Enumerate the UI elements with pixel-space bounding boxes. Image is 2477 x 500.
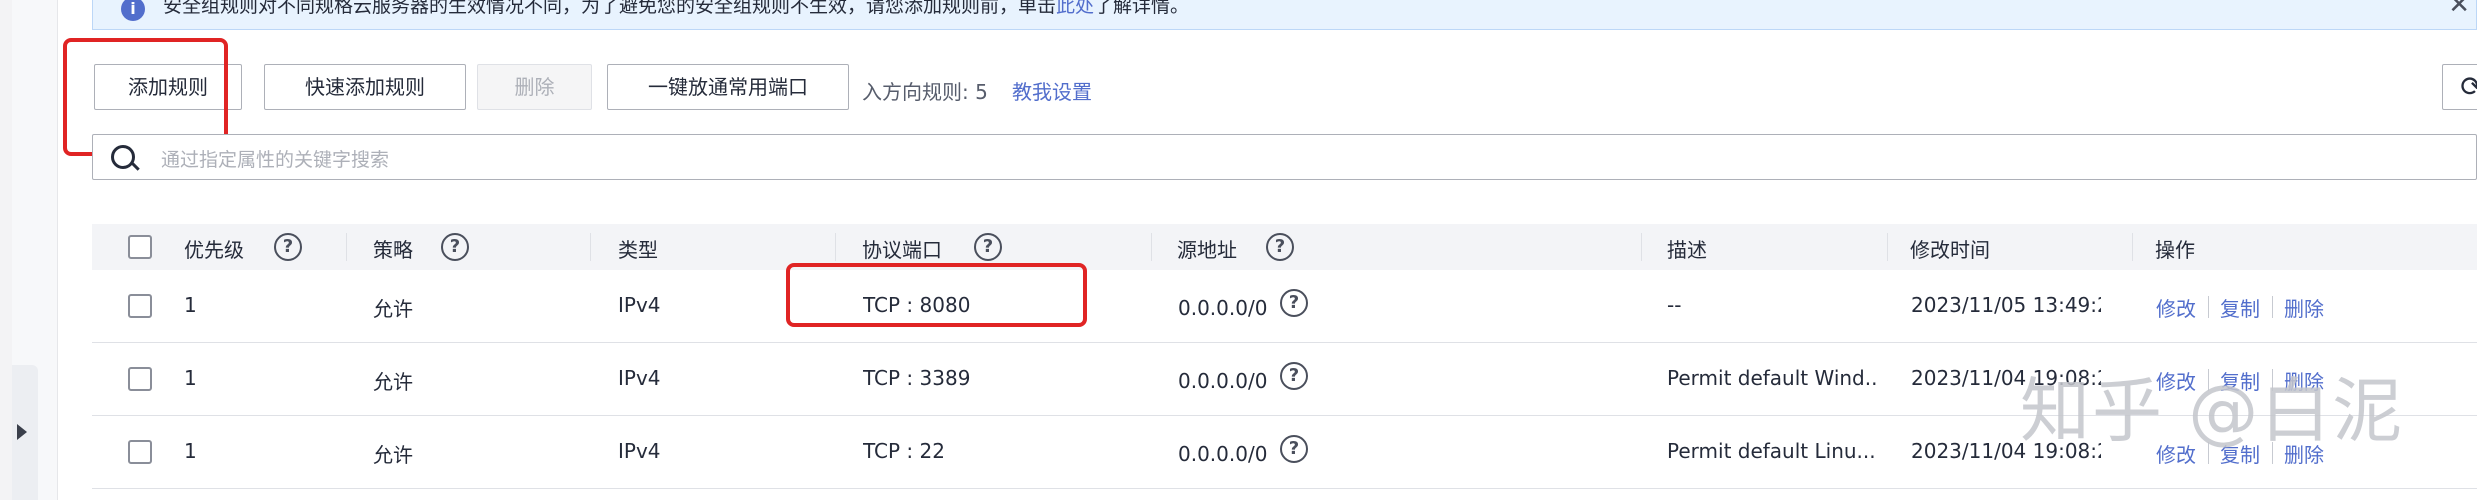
- notice-text-after: 了解详情。: [1094, 0, 1190, 17]
- cell-priority: 1: [184, 293, 197, 317]
- action-divider: [2272, 296, 2273, 318]
- highlight-tcp-8080: [786, 263, 1087, 327]
- cell-source: 0.0.0.0/0: [1178, 296, 1268, 320]
- column-divider: [1887, 233, 1888, 261]
- watermark: 知乎 @白泥: [2020, 370, 2405, 452]
- header-modified-time: 修改时间: [1910, 238, 1990, 262]
- header-policy: 策略: [373, 238, 413, 262]
- select-all-checkbox[interactable]: [128, 235, 152, 259]
- cell-description: --: [1667, 293, 1682, 317]
- cell-policy: 允许: [373, 443, 413, 467]
- row-checkbox[interactable]: [128, 440, 152, 464]
- row-checkbox[interactable]: [128, 367, 152, 391]
- cell-description: Permit default Wind...: [1667, 366, 1877, 390]
- cell-protocol-port: TCP : 3389: [863, 366, 971, 390]
- cell-type: IPv4: [618, 293, 661, 317]
- cell-protocol-port: TCP : 22: [863, 439, 945, 463]
- protocol-port-help-icon[interactable]: ?: [974, 233, 1002, 261]
- column-divider: [1641, 233, 1642, 261]
- row-checkbox[interactable]: [128, 294, 152, 318]
- header-priority: 优先级: [184, 238, 244, 262]
- cell-description: Permit default Linu...: [1667, 439, 1876, 463]
- cell-policy: 允许: [373, 370, 413, 394]
- modify-link[interactable]: 修改: [2156, 293, 2196, 322]
- open-common-ports-button[interactable]: 一键放通常用端口: [607, 64, 849, 110]
- header-protocol-port: 协议端口: [862, 238, 942, 262]
- source-info-icon[interactable]: ?: [1280, 435, 1308, 463]
- source-info-icon[interactable]: ?: [1280, 362, 1308, 390]
- refresh-icon: ⟳: [2460, 70, 2477, 103]
- search-placeholder: 通过指定属性的关键字搜索: [161, 149, 390, 171]
- cell-modified-time: 2023/11/05 13:49:2...: [1911, 293, 2101, 317]
- search-input[interactable]: 通过指定属性的关键字搜索: [92, 134, 2477, 180]
- search-icon: [111, 145, 135, 169]
- refresh-button[interactable]: ⟳: [2442, 64, 2477, 110]
- delete-button[interactable]: 删除: [477, 64, 592, 110]
- cell-priority: 1: [184, 439, 197, 463]
- delete-link[interactable]: 删除: [2284, 293, 2324, 322]
- header-actions: 操作: [2155, 238, 2195, 262]
- cell-type: IPv4: [618, 366, 661, 390]
- cell-source: 0.0.0.0/0: [1178, 369, 1268, 393]
- action-divider: [2208, 296, 2209, 318]
- copy-link[interactable]: 复制: [2220, 293, 2260, 322]
- header-description: 描述: [1667, 238, 1707, 262]
- policy-help-icon[interactable]: ?: [441, 233, 469, 261]
- column-divider: [2132, 233, 2133, 261]
- table-header: 优先级 ? 策略 ? 类型 协议端口 ? 源地址 ? 描述 修改时间 操作: [92, 224, 2477, 270]
- cell-type: IPv4: [618, 439, 661, 463]
- header-type: 类型: [618, 238, 658, 262]
- column-divider: [590, 233, 591, 261]
- source-help-icon[interactable]: ?: [1266, 233, 1294, 261]
- cell-source: 0.0.0.0/0: [1178, 442, 1268, 466]
- column-divider: [1151, 233, 1152, 261]
- inbound-rules-count: 入方向规则: 5: [862, 80, 988, 104]
- left-rail: [0, 0, 12, 500]
- cell-priority: 1: [184, 366, 197, 390]
- notice-text: 安全组规则对不同规格云服务器的生效情况不同，为了避免您的安全组规则不生效，请您添…: [163, 0, 1189, 18]
- teach-me-link[interactable]: 教我设置: [1012, 76, 1092, 105]
- quick-add-rule-button[interactable]: 快速添加规则: [264, 64, 466, 110]
- source-info-icon[interactable]: ?: [1280, 289, 1308, 317]
- expand-arrow-icon[interactable]: [17, 424, 27, 440]
- notice-bar: i 安全组规则对不同规格云服务器的生效情况不同，为了避免您的安全组规则不生效，请…: [92, 0, 2477, 30]
- close-icon[interactable]: ✕: [2448, 0, 2470, 20]
- priority-help-icon[interactable]: ?: [274, 233, 302, 261]
- info-icon: i: [121, 0, 145, 21]
- column-divider: [835, 233, 836, 261]
- cell-policy: 允许: [373, 297, 413, 321]
- header-source: 源地址: [1177, 238, 1237, 262]
- notice-text-before: 安全组规则对不同规格云服务器的生效情况不同，为了避免您的安全组规则不生效，请您添…: [163, 0, 1057, 17]
- table-row: 1 允许 IPv4 TCP : 8080 0.0.0.0/0 ? -- 2023…: [92, 270, 2477, 343]
- notice-link[interactable]: 此处: [1056, 0, 1094, 17]
- column-divider: [346, 233, 347, 261]
